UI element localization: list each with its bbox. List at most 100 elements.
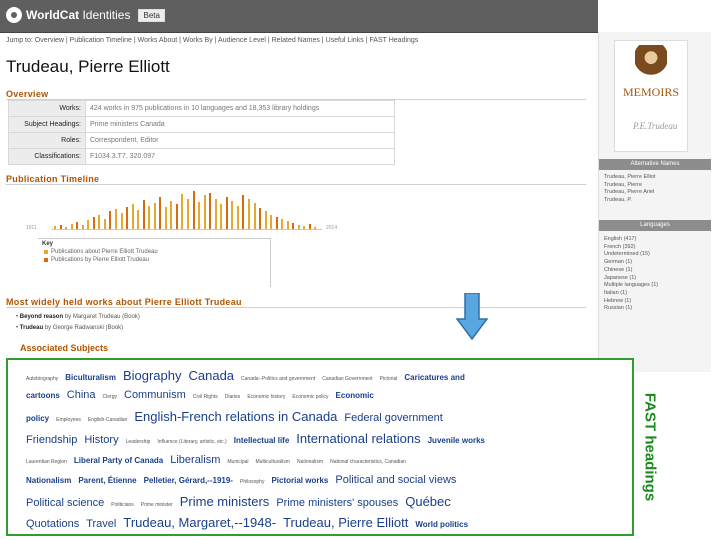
timeline-bar[interactable] bbox=[264, 211, 267, 229]
subject-link[interactable]: Prime ministers bbox=[180, 494, 270, 509]
timeline-bar[interactable] bbox=[214, 198, 217, 229]
list-item[interactable]: • Beyond reason by Margaret Trudeau (Boo… bbox=[16, 314, 140, 320]
subject-link[interactable]: Pictorial works bbox=[271, 476, 328, 485]
subject-link[interactable]: Autobiography bbox=[26, 376, 58, 382]
timeline-bar[interactable] bbox=[153, 202, 156, 229]
subject-link[interactable]: Leadership bbox=[126, 439, 151, 445]
subject-link[interactable]: Trudeau, Pierre Elliott bbox=[283, 515, 408, 530]
overview-value[interactable]: Prime ministers Canada bbox=[85, 116, 395, 133]
subject-link[interactable]: Clergy bbox=[103, 394, 117, 400]
language-link[interactable]: Hebrew (1) bbox=[604, 298, 658, 306]
language-link[interactable]: Russian (1) bbox=[604, 305, 658, 313]
timeline-bar[interactable] bbox=[198, 201, 201, 229]
timeline-bar[interactable] bbox=[231, 201, 234, 229]
subject-link[interactable]: National characteristics, Canadian bbox=[330, 459, 406, 465]
subject-link[interactable]: Economic history bbox=[247, 394, 285, 400]
timeline-bar[interactable] bbox=[59, 225, 62, 229]
language-link[interactable]: Undetermined (15) bbox=[604, 251, 658, 259]
language-link[interactable]: Multiple languages (1) bbox=[604, 282, 658, 290]
timeline-bar[interactable] bbox=[286, 221, 289, 229]
subject-link[interactable]: Nationalism bbox=[297, 459, 323, 465]
book-cover-image[interactable]: MEMOIRS P.E.Trudeau bbox=[614, 40, 688, 152]
timeline-bar[interactable] bbox=[220, 204, 223, 229]
timeline-bar[interactable] bbox=[253, 203, 256, 229]
subject-link[interactable]: Prime minister bbox=[141, 502, 173, 508]
timeline-bar[interactable] bbox=[297, 225, 300, 229]
language-link[interactable]: Japanese (1) bbox=[604, 275, 658, 283]
subject-link[interactable]: Parent, Étienne bbox=[78, 476, 136, 485]
timeline-bar[interactable] bbox=[247, 199, 250, 229]
timeline-bar[interactable] bbox=[187, 199, 189, 229]
subject-link[interactable]: Multiculturalism bbox=[256, 459, 290, 465]
subject-link[interactable]: Canada--Politics and government bbox=[241, 376, 315, 382]
timeline-bar[interactable] bbox=[114, 209, 117, 229]
timeline-bar[interactable] bbox=[192, 191, 195, 229]
work-title[interactable]: Trudeau bbox=[20, 325, 43, 331]
subject-link[interactable]: Economic policy bbox=[292, 394, 328, 400]
subject-link[interactable]: Pictorial bbox=[380, 376, 398, 382]
worldcat-logo[interactable]: WorldCat Identities Beta bbox=[6, 7, 165, 23]
subject-link[interactable]: Intellectual life bbox=[234, 436, 290, 445]
timeline-bar[interactable] bbox=[303, 225, 306, 229]
timeline-bar[interactable] bbox=[109, 211, 112, 229]
timeline-bar[interactable] bbox=[120, 213, 123, 229]
timeline-bar[interactable] bbox=[209, 193, 212, 229]
subject-link[interactable]: Political and social views bbox=[335, 474, 456, 486]
subject-link[interactable]: Federal government bbox=[344, 412, 442, 424]
subject-link[interactable]: Juvenile works bbox=[428, 436, 485, 445]
subject-link[interactable]: Civil Rights bbox=[193, 394, 218, 400]
timeline-bar[interactable] bbox=[137, 209, 140, 229]
subject-link[interactable]: Canada bbox=[188, 368, 234, 383]
subject-link[interactable]: Caricatures and bbox=[404, 373, 464, 382]
timeline-bar[interactable] bbox=[281, 218, 284, 229]
language-link[interactable]: German (1) bbox=[604, 259, 658, 267]
timeline-bar[interactable] bbox=[126, 206, 129, 229]
subject-link[interactable]: Municipal bbox=[227, 459, 248, 465]
language-link[interactable]: Italian (1) bbox=[604, 290, 658, 298]
jump-navigation[interactable]: Jump to: Overview | Publication Timeline… bbox=[6, 37, 418, 44]
subject-link[interactable]: Liberal Party of Canada bbox=[74, 456, 163, 465]
work-title[interactable]: Beyond reason bbox=[20, 314, 63, 320]
subject-link[interactable]: China bbox=[67, 389, 96, 401]
timeline-bar[interactable] bbox=[314, 226, 317, 229]
timeline-bar[interactable] bbox=[181, 193, 184, 229]
timeline-bar[interactable] bbox=[259, 208, 262, 229]
timeline-bar[interactable] bbox=[175, 204, 178, 229]
subject-link[interactable]: Communism bbox=[124, 389, 186, 401]
subject-link[interactable]: policy bbox=[26, 414, 49, 423]
subject-link[interactable]: Laurentian Region bbox=[26, 459, 67, 465]
timeline-bar[interactable] bbox=[98, 215, 101, 229]
subject-link[interactable]: cartoons bbox=[26, 391, 60, 400]
subject-link[interactable]: Liberalism bbox=[170, 454, 220, 466]
timeline-bar[interactable] bbox=[170, 201, 173, 229]
subject-link[interactable]: International relations bbox=[296, 431, 420, 446]
timeline-bar[interactable] bbox=[164, 207, 167, 229]
language-link[interactable]: Chinese (1) bbox=[604, 267, 658, 275]
subject-link[interactable]: English-French relations in Canada bbox=[134, 409, 337, 424]
timeline-bar[interactable] bbox=[203, 195, 206, 229]
subject-link[interactable]: Economic bbox=[336, 391, 374, 400]
subject-link[interactable]: Québec bbox=[405, 494, 451, 509]
timeline-bar[interactable] bbox=[275, 217, 278, 229]
timeline-bar[interactable] bbox=[131, 204, 134, 229]
language-link[interactable]: French (392) bbox=[604, 244, 658, 252]
timeline-bar[interactable] bbox=[148, 205, 151, 229]
subject-link[interactable]: Trudeau, Margaret,--1948- bbox=[123, 515, 276, 530]
subject-link[interactable]: Politicians bbox=[111, 502, 134, 508]
timeline-bar[interactable] bbox=[103, 218, 106, 229]
subject-link[interactable]: Philosophy bbox=[240, 479, 264, 485]
list-item[interactable]: • Trudeau by George Radwanski (Book) bbox=[16, 325, 140, 331]
subject-link[interactable]: Biography bbox=[123, 368, 182, 383]
timeline-bar[interactable] bbox=[236, 205, 239, 229]
subject-link[interactable]: World politics bbox=[415, 520, 468, 529]
subject-link[interactable]: English-Canadian bbox=[88, 417, 127, 423]
publication-timeline-chart[interactable]: 1911 2014 bbox=[10, 186, 337, 236]
timeline-bar[interactable] bbox=[308, 224, 311, 229]
timeline-bar[interactable] bbox=[292, 222, 295, 229]
language-link[interactable]: English (417) bbox=[604, 236, 658, 244]
timeline-bar[interactable] bbox=[76, 221, 79, 229]
subject-link[interactable]: Political science bbox=[26, 497, 104, 509]
subject-link[interactable]: Quotations bbox=[26, 518, 79, 530]
subject-link[interactable]: Friendship bbox=[26, 434, 77, 446]
timeline-bar[interactable] bbox=[270, 214, 273, 229]
